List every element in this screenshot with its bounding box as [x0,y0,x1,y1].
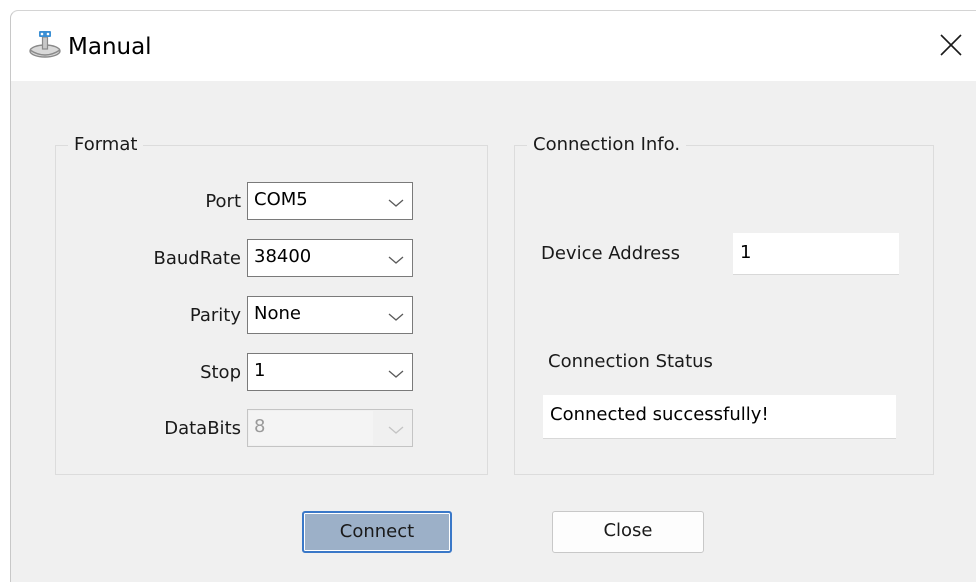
stop-select[interactable]: 1 [247,353,413,391]
window-title: Manual [68,34,152,60]
databits-select-value: 8 [254,416,266,437]
databits-label: DataBits [164,418,241,439]
manual-dialog: Manual Format Port COM5 BaudRate 38400 P… [10,10,976,582]
device-address-value: 1 [740,242,752,263]
stop-select-value: 1 [254,360,266,381]
connection-info-legend: Connection Info. [527,132,687,158]
baudrate-select-value: 38400 [254,246,312,267]
baudrate-label: BaudRate [153,248,242,269]
chevron-down-icon [388,199,404,207]
databits-select: 8 [247,409,413,447]
device-address-input[interactable]: 1 [733,233,899,275]
device-address-label: Device Address [541,243,680,264]
port-select-value: COM5 [254,189,308,210]
port-select[interactable]: COM5 [247,182,413,220]
router-device-icon [29,31,61,58]
chevron-down-icon [388,426,404,434]
connect-button[interactable]: Connect [302,511,452,553]
connection-status-value: Connected successfully! [550,404,769,425]
close-icon[interactable] [936,30,966,60]
stop-label: Stop [200,362,241,383]
databits-entry-area [249,411,373,445]
connection-status-field: Connected successfully! [543,395,896,439]
chevron-down-icon [388,370,404,378]
parity-select[interactable]: None [247,296,413,334]
parity-label: Parity [189,305,241,326]
chevron-down-icon [388,256,404,264]
title-bar: Manual [11,11,976,81]
chevron-down-icon [388,313,404,321]
baudrate-select[interactable]: 38400 [247,239,413,277]
parity-select-value: None [254,303,301,324]
connection-status-label: Connection Status [548,351,713,372]
port-label: Port [205,191,241,212]
format-group-legend: Format [68,132,144,158]
close-button[interactable]: Close [552,511,704,553]
